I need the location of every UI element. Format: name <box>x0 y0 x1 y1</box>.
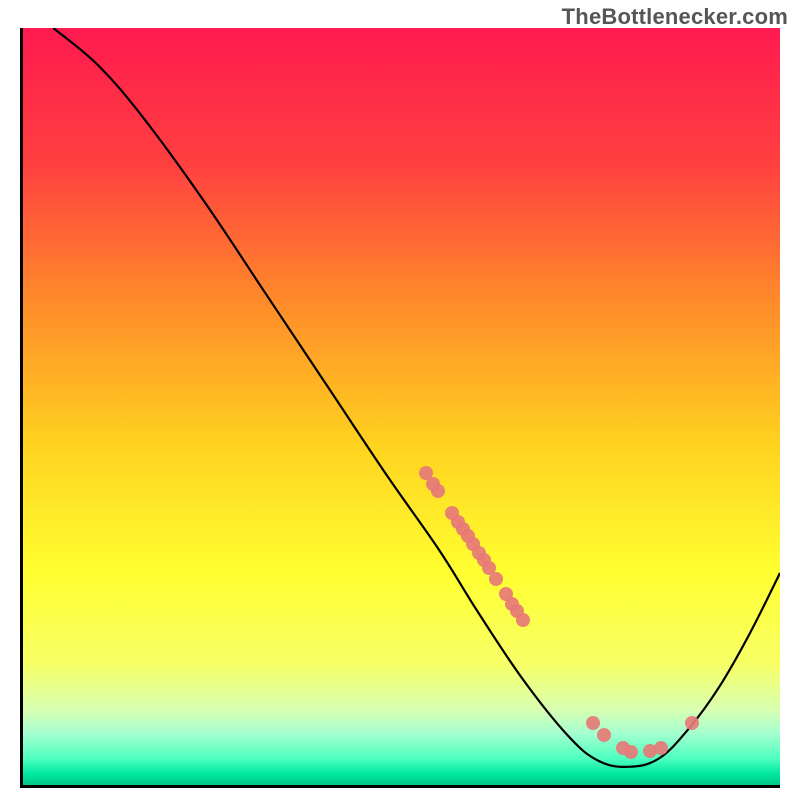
chart-plot-area <box>20 28 780 788</box>
chart-curve <box>23 28 780 785</box>
chart-marker <box>516 613 530 627</box>
chart-marker <box>489 572 503 586</box>
chart-marker <box>431 484 445 498</box>
chart-marker <box>624 745 638 759</box>
attribution-label: TheBottlenecker.com <box>562 4 788 30</box>
